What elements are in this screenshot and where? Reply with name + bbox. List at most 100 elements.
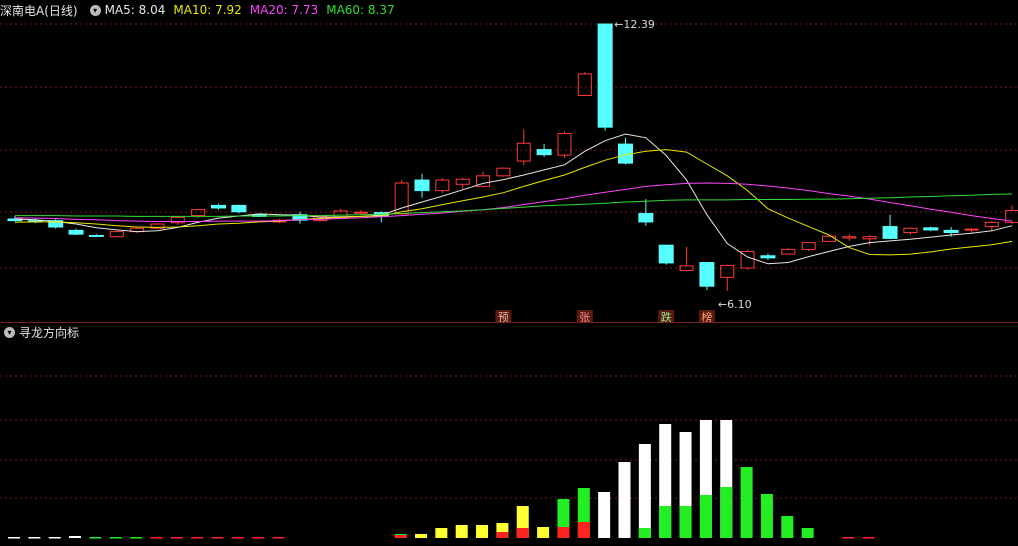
candle-body bbox=[455, 178, 470, 185]
indicator-bar bbox=[272, 537, 285, 539]
indicator-bar bbox=[435, 528, 448, 538]
main-chart-panel[interactable]: ←12.39 ←6.10 预 张 跌 榜 深南电A(日线) ▾ MA5: 8.04 MA1… bbox=[0, 0, 1018, 322]
candle-body bbox=[516, 142, 531, 162]
collapse-toggle-icon[interactable]: ▾ bbox=[4, 326, 15, 338]
indicator-overlay-bar bbox=[577, 522, 590, 538]
ma5-readout: MA5: 8.04 bbox=[104, 3, 166, 17]
main-titlebar: 深南电A(日线) ▾ MA5: 8.04 MA10: 7.92 MA20: 7.… bbox=[0, 0, 403, 20]
indicator-titlebar: ▾ 寻龙方向标 bbox=[0, 322, 87, 342]
candle[interactable] bbox=[170, 216, 185, 225]
indicator-bar bbox=[781, 516, 794, 538]
candle[interactable] bbox=[618, 137, 633, 165]
signal-marker[interactable]: 跌 bbox=[661, 310, 672, 322]
ma10-line bbox=[14, 149, 1013, 256]
indicator-bar bbox=[48, 537, 61, 539]
candle-body bbox=[984, 221, 999, 228]
candle-body bbox=[597, 23, 613, 128]
signal-marker[interactable]: 张 bbox=[579, 311, 590, 322]
candle[interactable] bbox=[353, 210, 368, 215]
indicator-bar bbox=[150, 537, 163, 539]
candle[interactable] bbox=[516, 129, 531, 166]
candle[interactable] bbox=[882, 214, 898, 240]
candle-body bbox=[862, 236, 877, 240]
candle[interactable] bbox=[455, 177, 470, 189]
candle-body bbox=[353, 211, 368, 214]
indicator-chart[interactable] bbox=[0, 322, 1018, 546]
candle-body bbox=[760, 255, 776, 259]
indicator-bar bbox=[740, 467, 753, 538]
candle[interactable] bbox=[88, 234, 104, 238]
indicator-overlay-bar bbox=[679, 506, 692, 538]
candle-body bbox=[536, 149, 552, 156]
indicator-bar bbox=[801, 528, 814, 538]
candle-body bbox=[842, 236, 857, 239]
indicator-bar bbox=[109, 537, 122, 539]
candle-body bbox=[414, 179, 430, 192]
candle[interactable] bbox=[150, 223, 165, 230]
indicator-bar bbox=[69, 536, 82, 538]
candle[interactable] bbox=[801, 242, 816, 252]
candlestick-chart[interactable]: ←12.39 ←6.10 预 张 跌 榜 bbox=[0, 0, 1018, 322]
signal-marker[interactable]: 预 bbox=[498, 311, 509, 322]
candle[interactable] bbox=[699, 262, 715, 290]
candle-body bbox=[658, 244, 674, 264]
indicator-bar bbox=[191, 537, 204, 539]
high-label: ←12.39 bbox=[614, 18, 655, 31]
indicator-bar bbox=[638, 444, 651, 538]
ma60-readout: MA60: 8.37 bbox=[326, 3, 395, 17]
indicator-bar bbox=[231, 537, 244, 539]
indicator-overlay-bar bbox=[720, 487, 733, 538]
candle[interactable] bbox=[577, 72, 592, 96]
candle-body bbox=[964, 228, 979, 231]
candle-body bbox=[191, 209, 206, 217]
indicator-bar bbox=[252, 537, 265, 539]
candle-body bbox=[923, 227, 939, 231]
candle[interactable] bbox=[231, 204, 247, 214]
candle[interactable] bbox=[48, 218, 64, 229]
candle[interactable] bbox=[68, 228, 84, 236]
candle-body bbox=[68, 229, 84, 235]
candle[interactable] bbox=[557, 131, 572, 159]
candle[interactable] bbox=[496, 167, 511, 177]
indicator-panel[interactable]: ▾ 寻龙方向标 bbox=[0, 322, 1018, 546]
ma10-readout: MA10: 7.92 bbox=[173, 3, 242, 17]
candle[interactable] bbox=[211, 203, 226, 210]
candle[interactable] bbox=[597, 23, 613, 131]
candle-body bbox=[109, 231, 124, 238]
indicator-bar bbox=[415, 534, 427, 538]
ma5-line bbox=[14, 133, 1013, 265]
indicator-overlay-bar bbox=[699, 495, 712, 538]
indicator-bar bbox=[28, 537, 41, 539]
candle[interactable] bbox=[740, 249, 755, 270]
indicator-bar bbox=[130, 537, 143, 539]
indicator-bar bbox=[618, 462, 631, 538]
indicator-bar bbox=[211, 537, 224, 539]
candle[interactable] bbox=[435, 177, 450, 194]
candle[interactable] bbox=[292, 211, 308, 224]
candle[interactable] bbox=[781, 247, 796, 255]
indicator-bar bbox=[842, 537, 855, 539]
candle[interactable] bbox=[720, 264, 735, 291]
candle-body bbox=[882, 226, 898, 239]
candle[interactable] bbox=[923, 226, 939, 232]
candle[interactable] bbox=[903, 227, 918, 236]
indicator-bar bbox=[89, 537, 102, 539]
candle-body bbox=[577, 73, 592, 96]
candle-body bbox=[720, 264, 735, 278]
signal-marker[interactable]: 榜 bbox=[701, 310, 712, 322]
candle[interactable] bbox=[760, 253, 776, 260]
collapse-toggle-icon[interactable]: ▾ bbox=[89, 4, 101, 16]
candle-body bbox=[638, 212, 654, 223]
candle-body bbox=[943, 229, 959, 233]
indicator-overlay-bar bbox=[496, 532, 509, 538]
candle[interactable] bbox=[414, 173, 430, 198]
indicator-bar bbox=[862, 537, 875, 539]
candle[interactable] bbox=[842, 234, 857, 241]
candle[interactable] bbox=[109, 230, 124, 238]
candle-body bbox=[822, 235, 836, 242]
indicator-overlay-bar bbox=[394, 535, 407, 538]
candle-body bbox=[231, 204, 247, 213]
candle[interactable] bbox=[658, 244, 674, 265]
indicator-bar bbox=[476, 525, 489, 538]
candle[interactable] bbox=[536, 144, 552, 157]
